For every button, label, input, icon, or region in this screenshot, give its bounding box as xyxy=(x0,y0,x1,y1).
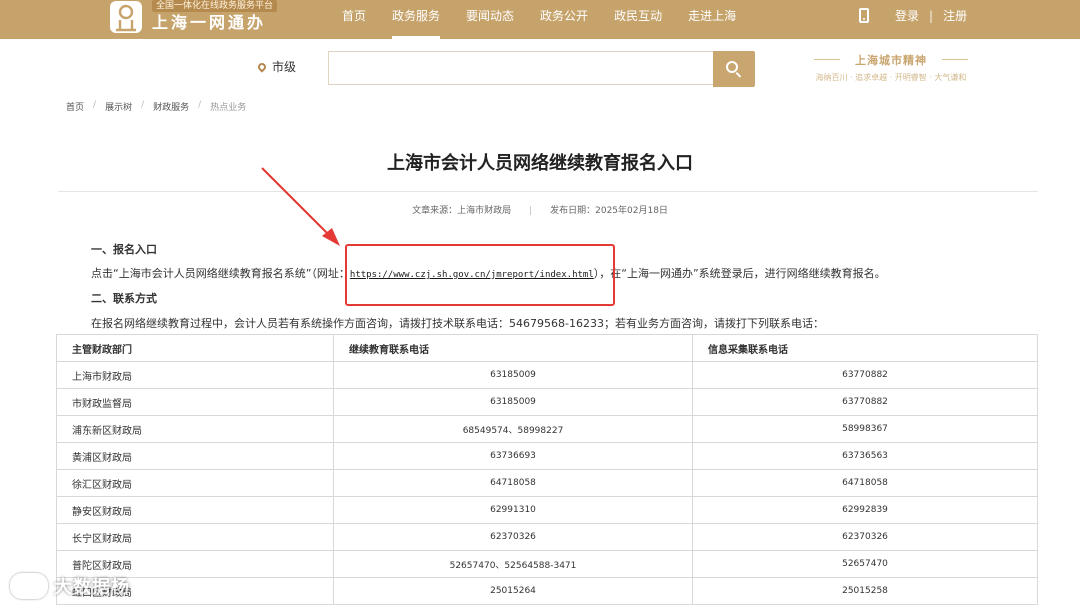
platform-slogan: 全国一体化在线政务服务平台 xyxy=(152,0,278,12)
cell-education-phone: 63185009 xyxy=(333,361,693,389)
breadcrumb-current: 热点业务 xyxy=(210,103,247,113)
city-spirit-title: 上海城市精神 xyxy=(800,52,982,68)
cell-department: 浦东新区财政局 xyxy=(56,415,334,443)
location-selector[interactable]: 市级 xyxy=(256,58,297,75)
table-header-row: 主管财政部门 继续教育联系电话 信息采集联系电话 xyxy=(56,334,1038,362)
table-row: 浦东新区财政局 68549574、58998227 58998367 xyxy=(56,415,1038,443)
table-row: 上海市财政局 63185009 63770882 xyxy=(56,361,1038,389)
cell-education-phone: 63185009 xyxy=(333,388,693,416)
breadcrumb-separator: / xyxy=(93,100,97,110)
cell-education-phone: 63736693 xyxy=(333,442,693,470)
watermark-logo-icon xyxy=(10,573,48,599)
nav-about-shanghai[interactable]: 走进上海 xyxy=(675,0,749,39)
cell-education-phone: 68549574、58998227 xyxy=(333,415,693,443)
watermark-text: 大数据杨 xyxy=(54,577,130,598)
location-label: 市级 xyxy=(272,60,297,74)
cell-info-phone: 52657470 xyxy=(692,550,1038,578)
breadcrumb-finance[interactable]: 财政服务 xyxy=(153,100,189,113)
cell-info-phone: 58998367 xyxy=(692,415,1038,443)
cell-department: 静安区财政局 xyxy=(56,496,334,524)
breadcrumb-separator: / xyxy=(198,100,202,110)
col-header-info-phone: 信息采集联系电话 xyxy=(692,334,1038,362)
cell-department: 市财政监督局 xyxy=(56,388,334,416)
breadcrumb-home[interactable]: 首页 xyxy=(66,100,84,113)
search-icon xyxy=(726,61,738,73)
section-2-paragraph: 在报名网络继续教育过程中，会计人员若有系统操作方面咨询，请拨打技术联系电话：54… xyxy=(91,317,824,330)
breadcrumb: 首页 / 展示树 / 财政服务 / 热点业务 xyxy=(66,100,246,113)
breadcrumb-tree[interactable]: 展示树 xyxy=(105,100,132,113)
table-row: 市财政监督局 63185009 63770882 xyxy=(56,388,1038,416)
col-header-education-phone: 继续教育联系电话 xyxy=(333,334,693,362)
nav-government-services[interactable]: 政务服务 xyxy=(379,0,453,39)
cell-department: 长宁区财政局 xyxy=(56,523,334,551)
site-title: 上海一网通办 xyxy=(152,13,267,32)
logo-emblem-icon xyxy=(110,1,142,33)
city-spirit-motto: 海纳百川 · 追求卓越 · 开明睿智 · 大气谦和 xyxy=(815,73,967,82)
watermark: 大数据杨 xyxy=(10,573,130,599)
search-input[interactable] xyxy=(328,51,714,85)
mobile-phone-icon[interactable] xyxy=(859,8,869,23)
auth-links: 登录 | 注册 xyxy=(895,0,967,32)
cell-info-phone: 63770882 xyxy=(692,361,1038,389)
nav-public-affairs[interactable]: 政务公开 xyxy=(527,0,601,39)
cell-department: 黄浦区财政局 xyxy=(56,442,334,470)
breadcrumb-separator: / xyxy=(141,100,145,110)
section-1-suffix: ），在“上海一网通办”系统登录后，进行网络继续教育报名。 xyxy=(593,267,886,280)
page-title: 上海市会计人员网络继续教育报名入口 xyxy=(387,153,693,174)
register-link[interactable]: 注册 xyxy=(943,0,967,32)
cell-info-phone: 62992839 xyxy=(692,496,1038,524)
cell-info-phone: 62370326 xyxy=(692,523,1038,551)
cell-department: 上海市财政局 xyxy=(56,361,334,389)
location-pin-icon xyxy=(256,60,268,73)
contact-phone-table: 主管财政部门 继续教育联系电话 信息采集联系电话 上海市财政局 63185009 6… xyxy=(56,334,1038,605)
annotation-highlight-box xyxy=(345,244,615,306)
meta-separator: | xyxy=(529,206,533,216)
cell-info-phone: 63736563 xyxy=(692,442,1038,470)
cell-education-phone: 52657470、52564588-3471 xyxy=(333,550,693,578)
cell-department: 徐汇区财政局 xyxy=(56,469,334,497)
cell-info-phone: 63770882 xyxy=(692,388,1038,416)
table-row: 虹口区财政局 25015264 25015258 xyxy=(56,577,1038,605)
login-link[interactable]: 登录 xyxy=(895,0,919,32)
cell-info-phone: 64718058 xyxy=(692,469,1038,497)
search-button[interactable] xyxy=(713,51,755,87)
table-row: 普陀区财政局 52657470、52564588-3471 52657470 xyxy=(56,550,1038,578)
main-nav: 首页 政务服务 要闻动态 政务公开 政民互动 走进上海 xyxy=(329,0,749,39)
top-header: 全国一体化在线政务服务平台 上海一网通办 首页 政务服务 要闻动态 政务公开 政… xyxy=(0,0,1080,39)
section-1-heading: 一、报名入口 xyxy=(91,243,157,256)
cell-education-phone: 62991310 xyxy=(333,496,693,524)
cell-education-phone: 64718058 xyxy=(333,469,693,497)
auth-separator: | xyxy=(929,9,934,23)
table-row: 静安区财政局 62991310 62992839 xyxy=(56,496,1038,524)
nav-home[interactable]: 首页 xyxy=(329,0,379,39)
article-date: 发布日期：2025年02月18日 xyxy=(550,206,668,216)
cell-education-phone: 62370326 xyxy=(333,523,693,551)
section-2-heading: 二、联系方式 xyxy=(91,292,157,305)
col-header-department: 主管财政部门 xyxy=(56,334,334,362)
section-1-prefix: 点击“上海市会计人员网络继续教育报名系统”（网址： xyxy=(91,267,350,280)
table-row: 黄浦区财政局 63736693 63736563 xyxy=(56,442,1038,470)
cell-info-phone: 25015258 xyxy=(692,577,1038,605)
nav-interaction[interactable]: 政民互动 xyxy=(601,0,675,39)
table-row: 长宁区财政局 62370326 62370326 xyxy=(56,523,1038,551)
article-meta: 文章来源：上海市财政局 | 发布日期：2025年02月18日 xyxy=(0,203,1080,216)
title-divider xyxy=(58,191,1038,192)
nav-news[interactable]: 要闻动态 xyxy=(453,0,527,39)
table-row: 徐汇区财政局 64718058 64718058 xyxy=(56,469,1038,497)
site-logo[interactable]: 全国一体化在线政务服务平台 上海一网通办 xyxy=(108,0,288,36)
city-spirit-banner: 上海城市精神 海纳百川 · 追求卓越 · 开明睿智 · 大气谦和 xyxy=(800,52,982,83)
article-source: 文章来源：上海市财政局 xyxy=(412,206,512,216)
cell-education-phone: 25015264 xyxy=(333,577,693,605)
